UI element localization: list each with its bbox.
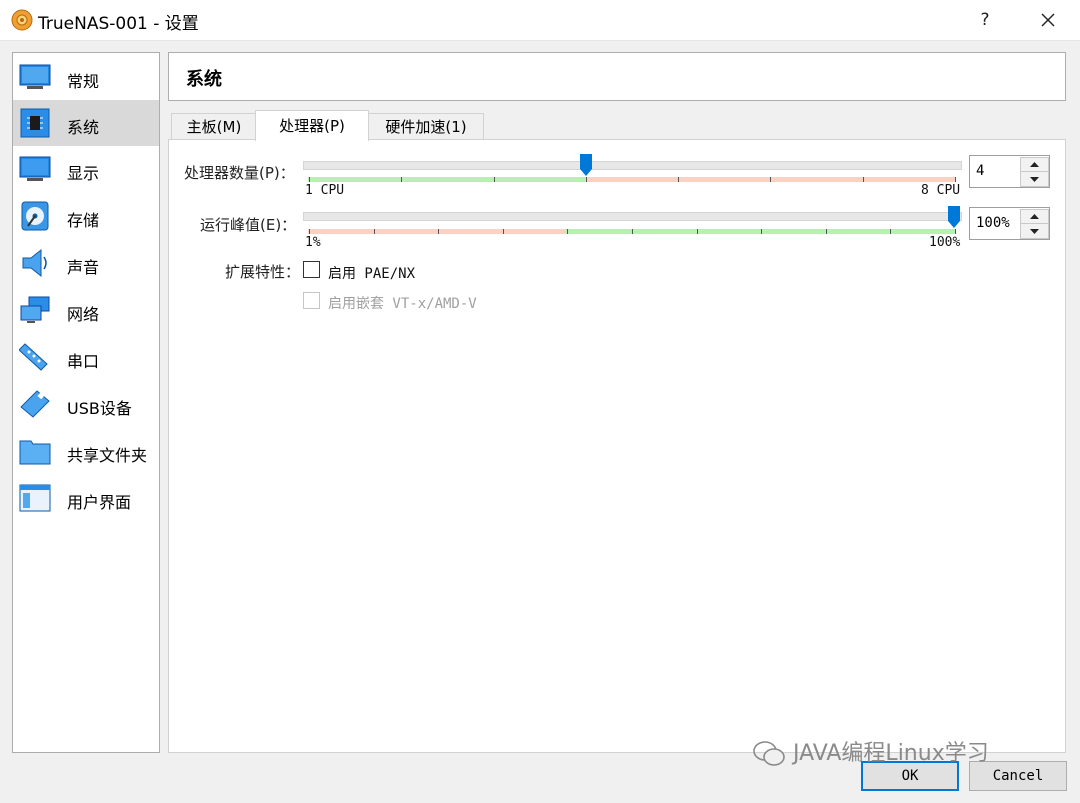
sidebar-item-storage[interactable]: 存储 xyxy=(13,193,159,239)
slider-tick xyxy=(567,229,569,234)
processor-count-good-range xyxy=(308,177,585,182)
settings-sidebar: 常规 系统 显示 存储 声音 网络 串口 USB设备 共享文件夹 用户界面 xyxy=(12,52,160,753)
slider-tick xyxy=(373,229,375,234)
chevron-up-icon xyxy=(1030,214,1039,219)
sidebar-item-label: 串口 xyxy=(67,352,100,371)
network-icon xyxy=(20,296,50,323)
watermark-text: JAVA编程Linux学习 xyxy=(793,741,989,766)
shared-folder-icon xyxy=(19,440,51,465)
execution-cap-slider-handle[interactable] xyxy=(948,206,960,228)
sidebar-item-label: 声音 xyxy=(67,258,100,277)
slider-tick xyxy=(825,229,827,234)
sidebar-item-label: 显示 xyxy=(67,164,100,183)
section-header: 系统 xyxy=(168,52,1066,101)
execution-cap-value: 100% xyxy=(976,215,1010,231)
wechat-icon xyxy=(753,741,785,766)
pae-nx-checkbox[interactable] xyxy=(303,261,320,278)
help-button[interactable]: ? xyxy=(966,4,1004,36)
sidebar-item-label: 系统 xyxy=(67,118,100,137)
processor-count-label: 处理器数量(P)： xyxy=(184,164,295,182)
nested-vtx-checkbox xyxy=(303,292,320,309)
slider-tick xyxy=(955,229,956,234)
processor-count-max-label: 8 CPU xyxy=(921,183,961,198)
slider-tick xyxy=(890,229,892,234)
extended-features-label: 扩展特性： xyxy=(225,263,301,281)
sidebar-item-label: 用户界面 xyxy=(67,493,132,512)
sidebar-item-system[interactable]: 系统 xyxy=(13,100,159,146)
slider-tick xyxy=(309,177,310,182)
system-chip-icon xyxy=(20,108,50,138)
spin-down-button[interactable] xyxy=(1020,223,1049,239)
display-monitor-icon xyxy=(19,156,51,181)
sidebar-item-user-interface[interactable]: 用户界面 xyxy=(13,475,159,521)
watermark: JAVA编程Linux学习 xyxy=(752,735,989,768)
slider-tick xyxy=(493,177,495,182)
slider-tick xyxy=(502,229,504,234)
processor-count-min-label: 1 CPU xyxy=(305,183,345,198)
execution-cap-slider-track[interactable] xyxy=(303,212,962,221)
processor-count-slider-track[interactable] xyxy=(303,161,962,170)
slider-tick xyxy=(309,229,310,234)
execution-cap-spinbox[interactable]: 100% xyxy=(969,207,1050,240)
slider-tick xyxy=(438,229,440,234)
storage-disk-icon xyxy=(21,201,49,231)
processor-count-slider-handle[interactable] xyxy=(580,154,592,176)
sidebar-item-audio[interactable]: 声音 xyxy=(13,240,159,286)
execution-cap-bad-range xyxy=(308,229,566,234)
chevron-down-icon xyxy=(1030,177,1039,182)
chevron-down-icon xyxy=(1030,229,1039,234)
slider-tick xyxy=(696,229,698,234)
sidebar-item-general[interactable]: 常规 xyxy=(13,54,159,100)
usb-icon xyxy=(20,390,50,418)
serial-port-icon xyxy=(19,343,48,371)
sidebar-item-serial[interactable]: 串口 xyxy=(13,334,159,380)
processor-count-spinbox[interactable]: 4 xyxy=(969,155,1050,188)
processor-count-value: 4 xyxy=(976,163,985,179)
app-icon xyxy=(11,9,33,31)
sidebar-item-label: 常规 xyxy=(67,72,100,91)
tab-acceleration[interactable]: 硬件加速(1) xyxy=(368,113,484,140)
window-title: TrueNAS-001 - 设置 xyxy=(38,14,199,34)
pae-nx-label: 启用 PAE/NX xyxy=(328,266,416,282)
execution-cap-label: 运行峰值(E)： xyxy=(200,216,297,234)
slider-tick xyxy=(955,177,956,182)
execution-cap-max-label: 100% xyxy=(929,235,961,250)
general-monitor-icon xyxy=(19,64,51,89)
spin-down-button[interactable] xyxy=(1020,171,1049,187)
sidebar-item-label: 存储 xyxy=(67,211,100,230)
slider-tick xyxy=(585,177,587,182)
execution-cap-min-label: 1% xyxy=(305,235,321,250)
slider-tick xyxy=(862,177,864,182)
tab-motherboard[interactable]: 主板(M) xyxy=(171,113,257,140)
sidebar-item-usb[interactable]: USB设备 xyxy=(13,381,159,427)
slider-tick xyxy=(678,177,680,182)
close-icon[interactable] xyxy=(1026,4,1070,36)
sidebar-item-label: 网络 xyxy=(67,305,100,324)
audio-speaker-icon xyxy=(22,248,47,278)
slider-tick xyxy=(761,229,763,234)
tab-processor[interactable]: 处理器(P) xyxy=(255,110,369,141)
slider-tick xyxy=(632,229,633,234)
slider-tick xyxy=(770,177,772,182)
nested-vtx-label: 启用嵌套 VT-x/AMD-V xyxy=(328,296,477,312)
user-interface-icon xyxy=(19,484,51,512)
chevron-up-icon xyxy=(1030,162,1039,167)
slider-tick xyxy=(401,177,403,182)
page-title: 系统 xyxy=(186,69,222,90)
sidebar-item-display[interactable]: 显示 xyxy=(13,146,159,192)
sidebar-item-label: USB设备 xyxy=(67,399,132,418)
sidebar-item-network[interactable]: 网络 xyxy=(13,287,159,333)
title-bar: TrueNAS-001 - 设置 ? xyxy=(0,0,1080,41)
sidebar-item-shared-folders[interactable]: 共享文件夹 xyxy=(13,428,159,474)
sidebar-item-label: 共享文件夹 xyxy=(67,446,148,465)
